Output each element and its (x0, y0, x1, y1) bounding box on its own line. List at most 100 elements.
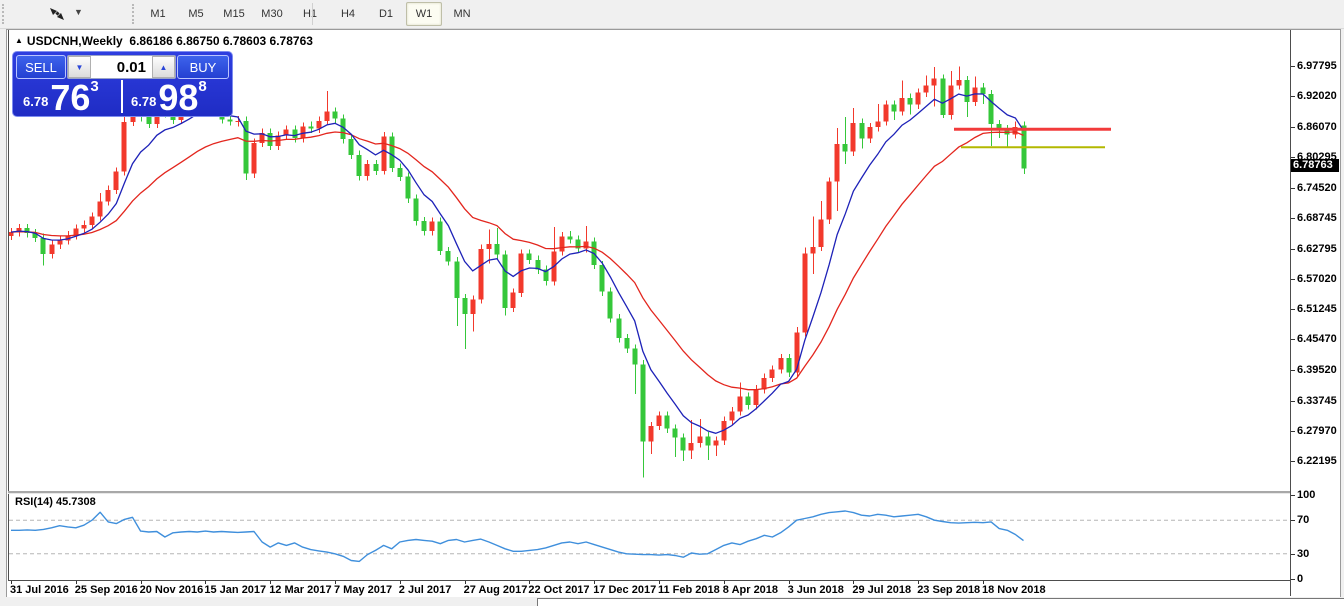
candle-body (422, 221, 427, 231)
candle-body (471, 300, 476, 315)
candle-body (365, 164, 370, 176)
buy-price[interactable]: 6.78 98 8 (125, 80, 228, 113)
candle-body (293, 130, 298, 138)
time-axis-tick (270, 581, 271, 584)
candle-body (600, 265, 605, 292)
candle-body (698, 436, 703, 443)
time-axis-tick (335, 581, 336, 584)
candle-body (487, 244, 492, 249)
chart-window: ▲USDCNH,Weekly 6.86186 6.86750 6.78603 6… (6, 29, 1341, 599)
candle-body (770, 370, 775, 378)
candle-body (754, 389, 759, 405)
time-axis-label: 18 Nov 2018 (982, 584, 1046, 596)
candle-body (106, 190, 111, 202)
timeframe-toolbar: ▼ M1M5M15M30H1H4D1W1MN (0, 0, 1344, 29)
sell-price-prefix: 6.78 (23, 94, 48, 109)
timeframe-button-d1[interactable]: D1 (368, 2, 404, 26)
time-axis-tick (11, 581, 12, 584)
candle-body (349, 139, 354, 155)
toolbar-grip[interactable] (2, 4, 7, 24)
candle-body (503, 255, 508, 308)
price-axis[interactable]: 6.977956.920206.860706.802956.745206.687… (1291, 30, 1340, 596)
timeframe-button-h4[interactable]: H4 (330, 2, 366, 26)
candle-body (430, 222, 435, 231)
ma-fast-line (11, 94, 1024, 433)
candle-body (851, 123, 856, 152)
price-axis-tick (1291, 127, 1295, 128)
candle-body (90, 217, 95, 225)
timeframe-button-mn[interactable]: MN (444, 2, 480, 26)
price-axis-label: 6.39520 (1297, 364, 1337, 376)
candle-body (900, 98, 905, 112)
rsi-axis-label: 0 (1297, 573, 1303, 585)
time-axis-label: 27 Aug 2017 (464, 584, 528, 596)
candle-body (382, 137, 387, 172)
candle-body (608, 292, 613, 319)
volume-input[interactable]: 0.01 (91, 56, 152, 78)
candle-body (738, 397, 743, 412)
timeframe-button-m15[interactable]: M15 (216, 2, 252, 26)
candles (9, 67, 1027, 478)
candle-body (989, 94, 994, 124)
rsi-axis-label: 70 (1297, 514, 1309, 526)
candle-body (689, 443, 694, 450)
price-axis-label: 6.57020 (1297, 273, 1337, 285)
candle-body (843, 144, 848, 152)
timeframe-button-w1[interactable]: W1 (406, 2, 442, 26)
time-axis-label: 12 Mar 2017 (269, 584, 331, 596)
pane-splitter[interactable] (8, 491, 1290, 494)
candle-body (357, 155, 362, 176)
sell-price[interactable]: 6.78 76 3 (17, 80, 119, 113)
candle-body (819, 220, 824, 247)
current-price-tag: 6.78763 (1291, 159, 1339, 172)
chart-title: ▲USDCNH,Weekly 6.86186 6.86750 6.78603 6… (15, 34, 313, 48)
docked-terminal-edge[interactable] (537, 598, 1344, 606)
timeframe-button-h1[interactable]: H1 (292, 2, 328, 26)
price-axis-label: 6.22195 (1297, 455, 1337, 467)
candle-body (390, 137, 395, 168)
candle-body (884, 105, 889, 122)
candle-body (317, 121, 322, 129)
price-axis-tick (1291, 66, 1295, 67)
candle-body (58, 241, 63, 245)
timeframe-button-m1[interactable]: M1 (140, 2, 176, 26)
candle-body (406, 177, 411, 199)
buy-button[interactable]: BUY (177, 55, 229, 79)
price-axis-tick (1291, 96, 1295, 97)
price-axis-tick (1291, 339, 1295, 340)
sell-price-sup: 3 (90, 78, 98, 95)
collapse-arrow-icon[interactable]: ▲ (15, 36, 23, 45)
timeframe-button-m5[interactable]: M5 (178, 2, 214, 26)
time-axis-label: 22 Oct 2017 (528, 584, 589, 596)
time-axis-label: 15 Jan 2017 (204, 584, 266, 596)
timeframe-button-m30[interactable]: M30 (254, 2, 290, 26)
candle-body (74, 229, 79, 236)
candle-body (228, 119, 233, 121)
time-axis[interactable]: 31 Jul 201625 Sep 201620 Nov 201615 Jan … (8, 581, 1290, 597)
sell-button[interactable]: SELL (16, 55, 66, 79)
volume-decrease-button[interactable]: ▼ (68, 56, 91, 78)
candle-body (446, 251, 451, 261)
price-axis-label: 6.33745 (1297, 395, 1337, 407)
chart-pointer-icon[interactable] (44, 4, 70, 24)
time-axis-tick (724, 581, 725, 584)
candle-body (916, 93, 921, 105)
toolbar-grip[interactable] (132, 4, 137, 24)
candle-body (714, 441, 719, 446)
candle-body (455, 261, 460, 298)
time-axis-tick (141, 581, 142, 584)
candle-body (803, 254, 808, 333)
ma-slow-line (11, 132, 1024, 390)
candle-body (617, 318, 622, 338)
volume-increase-button[interactable]: ▲ (152, 56, 175, 78)
rsi-axis-label: 30 (1297, 548, 1309, 560)
time-axis-label: 29 Jul 2018 (852, 584, 911, 596)
candle-body (414, 199, 419, 222)
price-axis-tick (1291, 218, 1295, 219)
candle-body (827, 181, 832, 219)
chevron-down-icon[interactable]: ▼ (74, 7, 83, 17)
time-axis-tick (529, 581, 530, 584)
buy-price-prefix: 6.78 (131, 94, 156, 109)
candle-body (560, 236, 565, 251)
candle-body (41, 238, 46, 254)
